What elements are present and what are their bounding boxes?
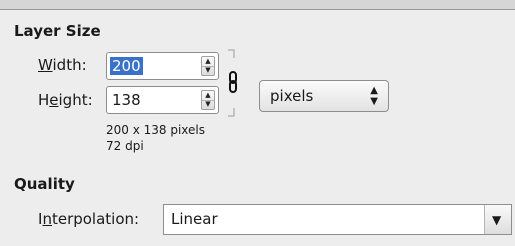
height-label-text: ight:: [58, 91, 93, 109]
width-label: Width:: [38, 56, 87, 74]
interpolation-label-mnemonic: n: [42, 210, 52, 228]
chain-link-icon[interactable]: [226, 48, 240, 118]
height-label: Height:: [38, 91, 93, 109]
interpolation-label: Interpolation:: [38, 210, 139, 228]
unit-combo[interactable]: pixels ▲ ▼: [259, 80, 389, 112]
width-spinbutton[interactable]: 200 ▲ ▼: [106, 52, 219, 80]
up-down-arrows-icon: ▲ ▼: [370, 85, 378, 107]
interpolation-dropdown-button[interactable]: ▼: [484, 205, 511, 234]
height-spinbutton[interactable]: 138 ▲ ▼: [106, 86, 219, 114]
interpolation-label-text: terpolation:: [51, 210, 140, 228]
height-label-mnemonic: e: [49, 91, 59, 109]
interpolation-value: Linear: [171, 210, 218, 228]
unit-value: pixels: [270, 87, 314, 105]
top-border: [0, 0, 515, 10]
interpolation-combo[interactable]: Linear ▼: [163, 204, 512, 235]
height-decrease-icon[interactable]: ▼: [202, 100, 214, 109]
resolution-info: 72 dpi: [106, 139, 144, 153]
height-label-pre: H: [38, 91, 50, 109]
width-label-text: idth:: [52, 56, 87, 74]
size-info: 200 x 138 pixels: [106, 123, 206, 137]
width-value[interactable]: 200: [110, 57, 143, 75]
width-label-mnemonic: W: [38, 56, 53, 74]
width-stepper[interactable]: ▲ ▼: [201, 56, 215, 76]
chevron-down-icon: ▼: [492, 213, 502, 227]
height-value[interactable]: 138: [110, 91, 143, 109]
layer-size-heading: Layer Size: [14, 22, 101, 40]
quality-heading: Quality: [14, 175, 75, 193]
width-decrease-icon[interactable]: ▼: [202, 66, 214, 75]
height-stepper[interactable]: ▲ ▼: [201, 90, 215, 110]
